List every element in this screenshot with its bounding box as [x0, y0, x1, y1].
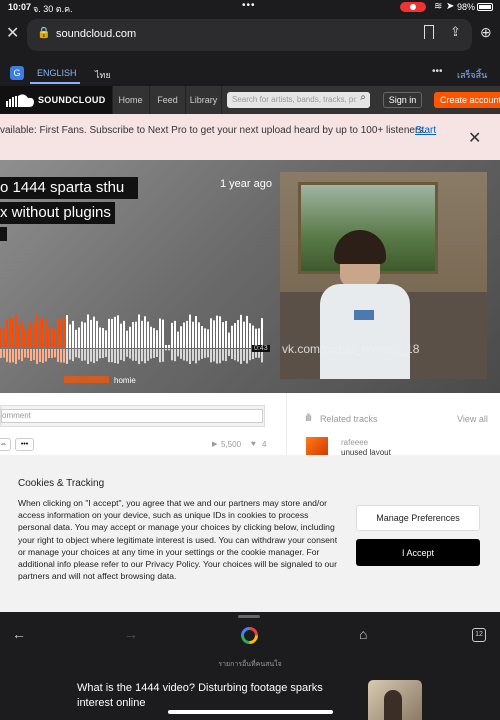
- cloud-icon: [6, 94, 34, 107]
- soundcloud-header: SOUNDCLOUD Home Feed Library Search for …: [0, 86, 500, 114]
- track-hero: o 1444 sparta sthu x without plugins 1 y…: [0, 160, 500, 393]
- nav-feed[interactable]: Feed: [149, 86, 185, 114]
- browser-toolbar: ← → ⌂ 12: [0, 612, 500, 662]
- logo[interactable]: SOUNDCLOUD: [0, 86, 112, 114]
- more-button[interactable]: •••: [15, 438, 34, 451]
- banner-start-link[interactable]: Start: [415, 125, 436, 136]
- nav-home[interactable]: Home: [112, 86, 148, 114]
- recording-indicator: [400, 2, 426, 12]
- tabs-count[interactable]: 12: [472, 628, 486, 642]
- track-title-line2: x without plugins: [0, 202, 115, 224]
- search-input[interactable]: Search for artists, bands, tracks, podca…: [227, 92, 370, 108]
- share-button[interactable]: ⇔: [0, 438, 11, 451]
- home-icon[interactable]: ⌂: [359, 626, 367, 642]
- posted-time: 1 year ago: [220, 178, 272, 190]
- like-icon: ♥: [251, 439, 256, 448]
- track-content: omment ⇔ ••• ▶ 5,500 ♥ 4 ıllı Related tr…: [0, 393, 500, 455]
- artwork-watermark: vk.com/pizhie_novosti_18: [282, 342, 420, 356]
- waveform[interactable]: [0, 310, 268, 376]
- bookmark-icon[interactable]: [424, 25, 434, 39]
- suggest-headline[interactable]: What is the 1444 video? Disturbing foota…: [77, 681, 357, 711]
- create-account-button[interactable]: Create account: [434, 92, 500, 108]
- battery-percent: 98%: [457, 2, 476, 12]
- close-tab-icon[interactable]: ✕: [6, 23, 19, 43]
- home-indicator: [168, 710, 333, 714]
- related-thumbnail[interactable]: [306, 437, 328, 455]
- translate-done-button[interactable]: เสร็จสิ้น: [457, 68, 487, 82]
- share-icon[interactable]: ⇪: [450, 24, 461, 40]
- lang-thai-tab[interactable]: ไทย: [95, 68, 111, 82]
- new-tab-icon[interactable]: ⊕: [480, 24, 492, 41]
- status-time: 10:07: [8, 2, 32, 12]
- play-count: 5,500: [221, 440, 242, 449]
- active-tab-underline: [30, 82, 80, 84]
- comment-box: omment: [0, 405, 265, 427]
- signin-button[interactable]: Sign in: [383, 92, 422, 108]
- comment-user-bar: [64, 376, 109, 383]
- translate-bar: G ENGLISH ไทย ••• เสร็จสิ้น: [0, 60, 500, 86]
- search-placeholder: Search for artists, bands, tracks, podca…: [232, 95, 370, 104]
- related-view-all[interactable]: View all: [457, 414, 488, 424]
- translate-more-icon[interactable]: •••: [432, 66, 443, 77]
- suggest-header: รายการอื่นที่คนสนใจ: [218, 661, 282, 668]
- accept-button[interactable]: I Accept: [356, 539, 480, 566]
- battery-icon: [477, 3, 493, 11]
- next-pro-banner: vailable: First Fans. Subscribe to Next …: [0, 114, 500, 160]
- lock-icon: 🔒: [37, 27, 51, 39]
- cookie-body: When clicking on "I accept", you agree t…: [18, 498, 338, 582]
- like-count: 4: [262, 440, 267, 449]
- url-text: soundcloud.com: [56, 28, 137, 40]
- search-icon[interactable]: ⌕: [356, 92, 370, 108]
- location-icon: ➤: [446, 1, 455, 12]
- back-icon[interactable]: ←: [12, 626, 26, 642]
- manage-preferences-button[interactable]: Manage Preferences: [356, 505, 480, 531]
- related-track[interactable]: unused layout: [341, 448, 391, 455]
- track-artwork: vk.com/pizhie_novosti_18: [280, 172, 487, 379]
- play-icon: ▶: [212, 441, 218, 448]
- cookie-dialog: Cookies & Tracking When clicking on "I a…: [0, 455, 500, 612]
- lang-english-tab[interactable]: ENGLISH: [37, 68, 77, 78]
- comment-username: homie: [114, 376, 136, 385]
- comment-input[interactable]: omment: [1, 409, 263, 423]
- related-waveform-icon: ıllı: [305, 413, 312, 424]
- status-bar: 10:07 จ. 30 ต.ค. ••• ≋ ➤ 98%: [0, 0, 500, 14]
- banner-close-icon[interactable]: ✕: [468, 128, 481, 148]
- track-title-line1: o 1444 sparta sthu: [0, 177, 139, 199]
- track-artist-tag: [0, 227, 7, 241]
- related-title: Related tracks: [320, 414, 378, 424]
- suggestion-panel: รายการอื่นที่คนสนใจ What is the 1444 vid…: [0, 661, 500, 720]
- cookie-title: Cookies & Tracking: [18, 478, 105, 489]
- track-duration: 0:43: [252, 345, 270, 352]
- related-artist[interactable]: rafeeee: [341, 438, 368, 447]
- drag-handle[interactable]: [238, 615, 260, 618]
- forward-icon[interactable]: →: [124, 626, 138, 642]
- translate-icon[interactable]: G: [10, 66, 24, 80]
- wifi-icon: ≋: [434, 1, 443, 12]
- browser-url-bar: ✕ 🔒 soundcloud.com ⇪ ⊕: [0, 14, 500, 60]
- logo-text: SOUNDCLOUD: [38, 95, 106, 105]
- suggest-thumbnail[interactable]: [368, 680, 422, 720]
- google-icon[interactable]: [241, 627, 258, 644]
- status-dots: •••: [242, 0, 256, 11]
- address-field[interactable]: 🔒 soundcloud.com ⇪: [27, 19, 472, 51]
- nav-library[interactable]: Library: [185, 86, 222, 114]
- comment-placeholder: omment: [2, 411, 31, 420]
- column-divider: [286, 393, 287, 455]
- banner-text: vailable: First Fans. Subscribe to Next …: [0, 125, 427, 136]
